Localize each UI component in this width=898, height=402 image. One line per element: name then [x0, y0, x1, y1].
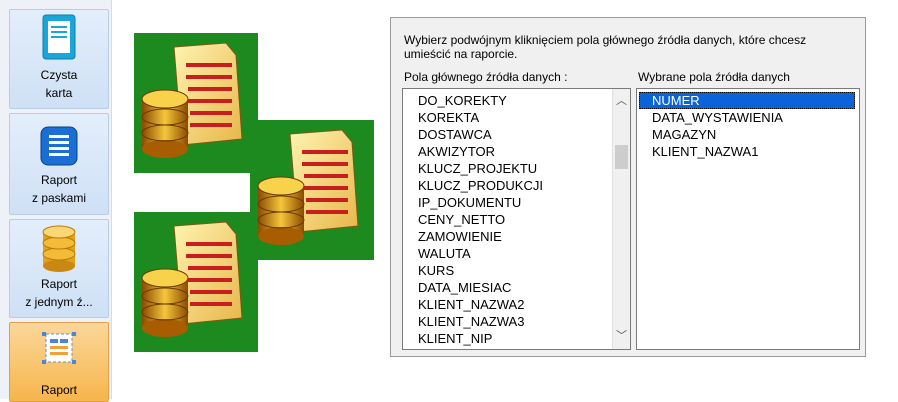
single-source-report-button[interactable]: Raport z jednym ź...	[9, 219, 109, 318]
selected-field-item[interactable]: KLIENT_NAZWA1	[639, 143, 855, 160]
button-label-line1: Raport	[40, 277, 78, 291]
blank-page-button[interactable]: Czysta karta	[9, 9, 109, 109]
selected-field-item[interactable]: DATA_WYSTAWIENIA	[639, 109, 855, 126]
selected-field-item[interactable]: NUMER	[639, 92, 855, 109]
striped-report-icon	[40, 126, 78, 166]
source-field-item[interactable]: DOSTAWCA	[405, 126, 608, 143]
source-list-scrollbar[interactable]: ︿ ﹀	[612, 89, 630, 349]
scroll-up-arrow-icon[interactable]: ︿	[613, 93, 630, 110]
source-field-item[interactable]: IP_DOKUMENTU	[405, 194, 608, 211]
button-label-line1: Raport	[40, 383, 78, 397]
blank-page-icon	[42, 14, 76, 60]
source-field-item[interactable]: WALUTA	[405, 245, 608, 262]
scroll-thumb[interactable]	[615, 145, 628, 169]
source-field-item[interactable]: KLUCZ_PRODUKCJI	[405, 177, 608, 194]
instruction-text: Wybierz podwójnym kliknięciem pola główn…	[404, 33, 807, 61]
database-icon	[42, 225, 76, 272]
button-label-line2: z paskami	[31, 191, 87, 205]
source-field-item[interactable]: KOREKTA	[405, 109, 608, 126]
source-field-item[interactable]: KURS	[405, 262, 608, 279]
selected-fields-caption: Wybrane pola źródła danych	[638, 70, 790, 84]
source-field-item[interactable]: KLIENT_NAZWA2	[405, 296, 608, 313]
form-report-icon	[42, 332, 76, 364]
source-field-item[interactable]: KLIENT_NIP	[405, 330, 608, 347]
button-label-line2: z jednym ź...	[25, 295, 93, 309]
report-illustration	[112, 0, 382, 399]
form-report-button[interactable]: Raport	[9, 322, 109, 402]
button-label-line1: Raport	[40, 173, 78, 187]
selected-field-item[interactable]: MAGAZYN	[639, 126, 855, 143]
document-database-image	[249, 119, 375, 261]
source-field-item[interactable]: ZAMOWIENIE	[405, 228, 608, 245]
source-field-item[interactable]: AKWIZYTOR	[405, 143, 608, 160]
source-field-item[interactable]: CENY_NETTO	[405, 211, 608, 228]
document-database-image	[133, 211, 259, 353]
source-field-item[interactable]: KLIENT_NAZWA3	[405, 313, 608, 330]
source-field-item[interactable]: KLUCZ_PROJEKTU	[405, 160, 608, 177]
source-fields-list[interactable]: KLIENT_NIP KLIENT_NAZWA3 KLIENT_NAZWA2 DATA…	[402, 88, 631, 350]
document-database-image	[133, 32, 259, 174]
scroll-down-arrow-icon[interactable]: ﹀	[613, 328, 630, 345]
source-field-item[interactable]: DATA_MIESIAC	[405, 279, 608, 296]
source-field-item[interactable]: DO_KOREKTY	[405, 92, 608, 109]
button-label-line1: Czysta	[40, 68, 78, 82]
field-selection-panel: Wybierz podwójnym kliknięciem pola główn…	[390, 17, 866, 357]
selected-fields-list[interactable]: KLIENT_NAZWA1 MAGAZYN DATA_WYSTAWIENIA NUME…	[636, 88, 860, 350]
database-report-illustration	[133, 32, 375, 353]
wizard-sidebar: Czysta karta Raport z paskami Raport z j…	[0, 0, 112, 402]
button-label-line2: karta	[45, 86, 73, 100]
striped-report-button[interactable]: Raport z paskami	[9, 113, 109, 215]
source-fields-caption: Pola głównego źródła danych :	[404, 70, 568, 84]
